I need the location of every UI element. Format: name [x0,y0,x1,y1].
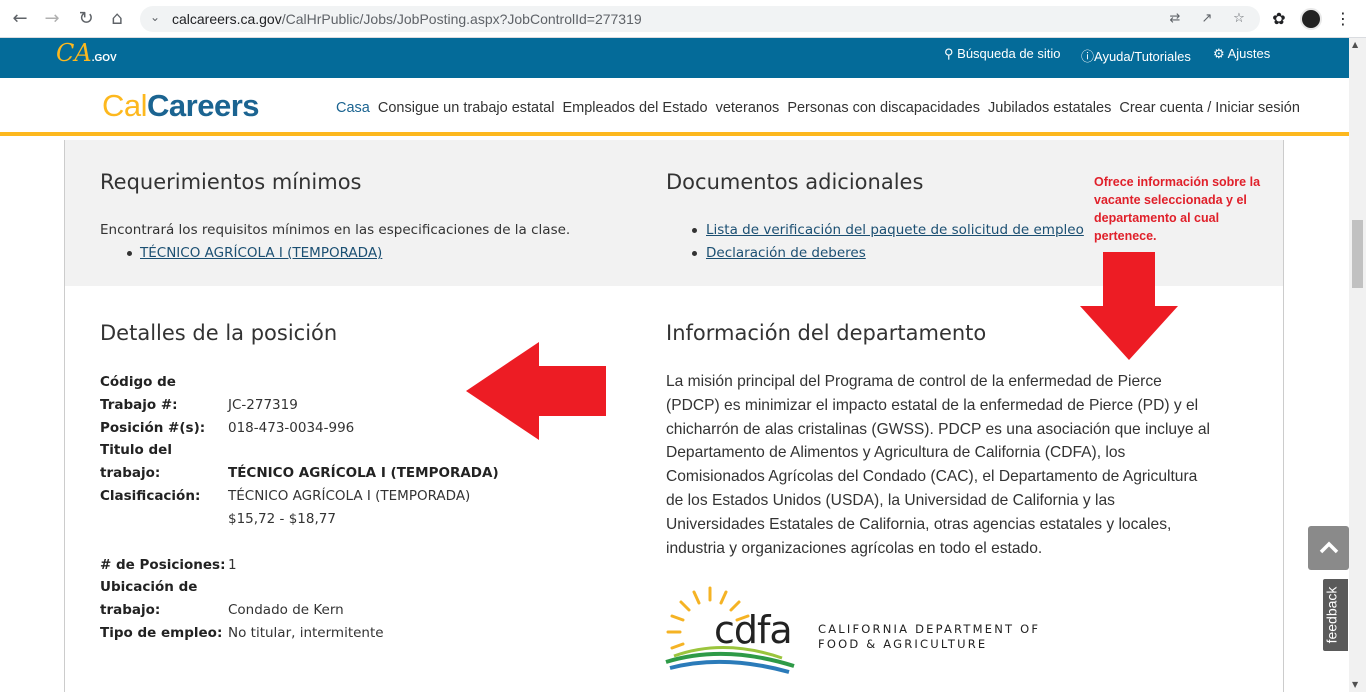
description-line: industria y organizaciones agrícolas en … [666,539,1043,557]
settings-link[interactable]: ⚙ Ajustes [1213,46,1270,62]
min-requirements-heading: Requerimientos mínimos [100,170,362,194]
position-number-value: 018-473-0034-996 [228,420,355,436]
red-left-arrow-icon [466,342,606,440]
nav-home[interactable]: Casa [336,100,370,116]
department-info-heading: Información del departamento [666,321,987,345]
bullet [127,251,132,256]
description-line: chicharrón de alas cristalinas (GWSS). P… [666,420,1211,438]
description-line: Comisionados Agrícolas del Condado (CAC)… [666,468,1198,486]
back-to-top-button[interactable] [1308,526,1349,570]
nav-account[interactable]: Crear cuenta / Iniciar sesión [1119,100,1300,116]
browser-toolbar: ← → ↻ ⌂ ⌄ calcareers.ca.gov/CalHrPublic/… [0,0,1366,38]
description-line: Departamento de Alimentos y Agricultura … [666,444,1126,462]
forward-arrow-icon[interactable]: → [40,7,64,31]
employment-type-value: No titular, intermitente [228,625,384,641]
cdfa-logo: cdfa CALIFORNIA DEPARTMENT OF FOOD & AGR… [664,586,1064,676]
job-title-label-cont: trabajo: [100,465,161,481]
ca-gov-logo[interactable]: CA.GOV [56,38,117,78]
scroll-thumb[interactable] [1352,220,1363,288]
help-link[interactable]: ⓘAyuda/Tutoriales [1081,46,1191,65]
nav-state-employees[interactable]: Empleados del Estado [562,100,707,116]
position-details-heading: Detalles de la posición [100,321,338,345]
share-icon[interactable]: ↗ [1198,10,1216,28]
job-title-label: Titulo del [100,442,172,458]
home-icon[interactable]: ⌂ [105,7,129,31]
menu-kebab-icon[interactable]: ⋮ [1332,8,1354,30]
search-icon: ⚲ [944,46,954,61]
feedback-button[interactable]: feedback [1322,578,1349,652]
location-label-cont: trabajo: [100,602,161,618]
description-line: La misión principal del Programa de cont… [666,373,1162,390]
main-navigation: Casa Consigue un trabajo estatal Emplead… [336,100,1304,116]
extensions-icon[interactable]: ✿ [1268,8,1290,30]
location-label: Ubicación de [100,579,198,595]
translate-icon[interactable]: ⇄ [1166,10,1184,28]
site-search-link[interactable]: ⚲ Búsqueda de sitio [944,46,1061,62]
num-positions-label: # de Posiciones: [100,557,226,573]
scroll-up-icon[interactable]: ▲ [1352,40,1358,49]
ca-gov-utility-bar: CA.GOV ⚲ Búsqueda de sitio ⓘAyuda/Tutori… [0,38,1349,78]
bullet [692,228,697,233]
bullet [692,251,697,256]
salary-range: $15,72 - $18,77 [228,511,336,527]
chevron-up-icon [1319,541,1339,554]
cdfa-logo-text: CALIFORNIA DEPARTMENT OF FOOD & AGRICULT… [818,622,1040,652]
description-line: (PDCP) es minimizar el impacto estatal d… [666,396,1199,414]
description-line: Universidades Estatales de California, o… [666,515,1172,533]
job-code-label: Código de [100,374,176,390]
cdfa-wordmark: cdfa [714,608,793,652]
back-arrow-icon[interactable]: ← [8,7,32,31]
department-description: La misión principal del Programa de cont… [666,370,1236,560]
min-requirements-text: Encontrará los requisitos mínimos en las… [100,222,571,238]
additional-docs-heading: Documentos adicionales [666,170,924,194]
reload-icon[interactable]: ↻ [74,7,98,31]
location-value: Condado de Kern [228,602,344,618]
description-line: de los Estados Unidos (USDA), la Univers… [666,491,1115,509]
job-code-label-cont: Trabajo #: [100,397,178,413]
nav-retirees[interactable]: Jubilados estatales [988,100,1111,116]
checklist-link[interactable]: Lista de verificación del paquete de sol… [706,222,1084,238]
classification-value: TÉCNICO AGRÍCOLA I (TEMPORADA) [228,488,471,504]
classification-label: Clasificación: [100,488,201,504]
gear-icon: ⚙ [1213,46,1225,61]
chevron-down-icon[interactable]: ⌄ [150,10,160,24]
page-scrollbar[interactable] [1349,38,1366,692]
feedback-label: feedback [1323,586,1340,644]
red-down-arrow-icon [1080,252,1178,360]
help-circle-icon: ⓘ [1081,49,1095,64]
job-title-value: TÉCNICO AGRÍCOLA I (TEMPORADA) [228,465,499,481]
site-header: CalCareers Casa Consigue un trabajo esta… [0,78,1349,136]
address-bar[interactable]: ⌄ calcareers.ca.gov/CalHrPublic/Jobs/Job… [140,6,1260,32]
star-icon[interactable]: ☆ [1230,10,1248,28]
class-spec-link[interactable]: TÉCNICO AGRÍCOLA I (TEMPORADA) [140,245,382,261]
position-number-label: Posición #(s): [100,420,206,436]
nav-veterans[interactable]: veteranos [716,100,780,116]
job-code-value: JC-277319 [228,397,298,413]
num-positions-value: 1 [228,557,237,573]
nav-get-state-job[interactable]: Consigue un trabajo estatal [378,100,555,116]
cdfa-line-1: CALIFORNIA DEPARTMENT OF [818,622,1041,636]
annotation-note: Ofrece información sobre la vacante sele… [1094,175,1261,243]
employment-type-label: Tipo de empleo: [100,625,223,641]
duty-statement-link[interactable]: Declaración de deberes [706,245,866,261]
cdfa-line-2: FOOD & AGRICULTURE [818,637,988,651]
nav-disabilities[interactable]: Personas con discapacidades [787,100,980,116]
calcareers-logo[interactable]: CalCareers [102,88,259,124]
profile-avatar[interactable] [1300,8,1322,30]
url-text[interactable]: calcareers.ca.gov/CalHrPublic/Jobs/JobPo… [172,11,642,27]
scroll-down-icon[interactable]: ▼ [1352,680,1358,689]
